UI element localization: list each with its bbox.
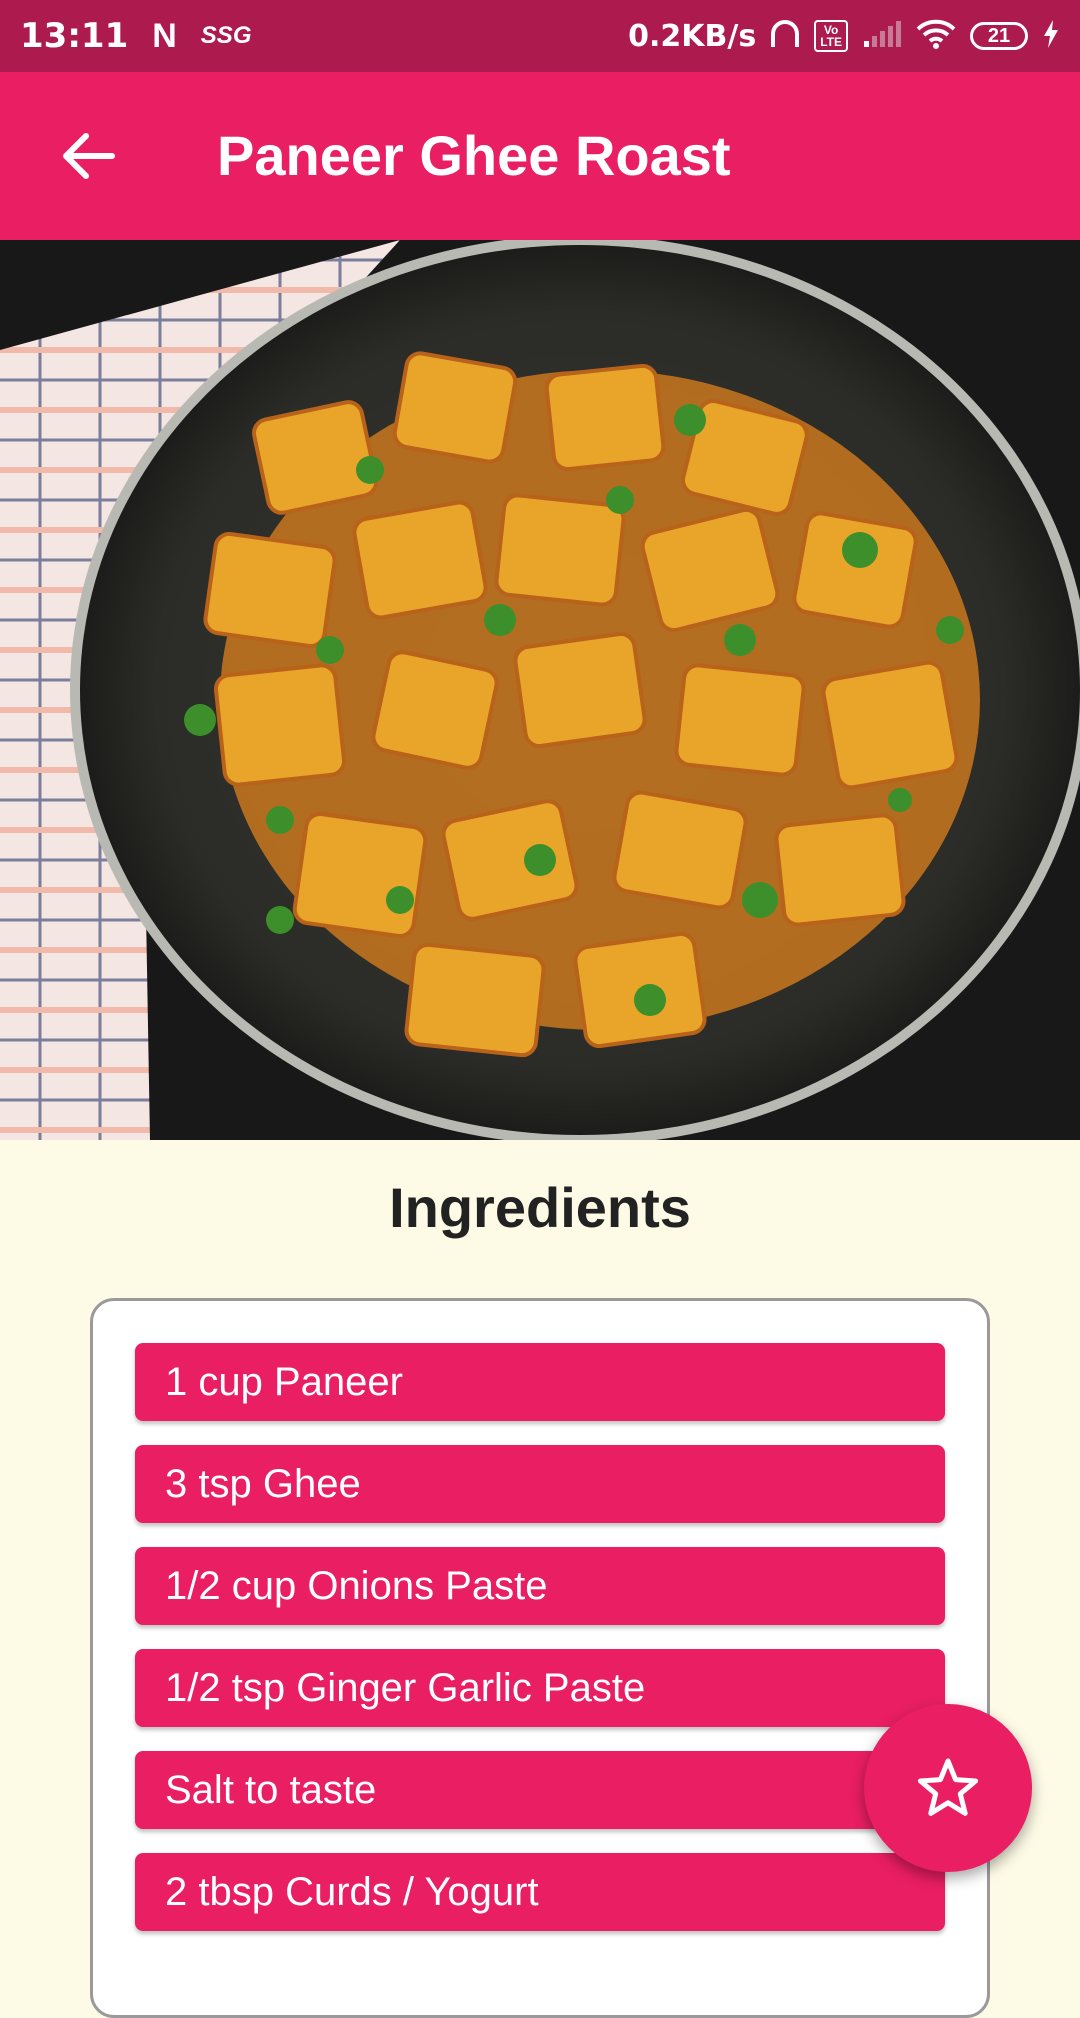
back-button[interactable] [44, 112, 132, 200]
ingredient-item: 1/2 tsp Ginger Garlic Paste [135, 1649, 945, 1727]
recipe-image [0, 240, 1080, 1140]
arrow-left-icon [63, 133, 115, 179]
app-bar: Paneer Ghee Roast [0, 72, 1080, 240]
ingredients-card: 1 cup Paneer 3 tsp Ghee 1/2 cup Onions P… [90, 1298, 990, 2018]
wifi-icon [916, 18, 956, 55]
carrier-label: SSG [200, 22, 252, 49]
ingredient-item: 3 tsp Ghee [135, 1445, 945, 1523]
status-bar: 13:11 N SSG 0.2KB/s Vo LTE 21 [0, 0, 1080, 72]
volte-icon: Vo LTE [814, 20, 848, 52]
network-speed: 0.2KB/s [628, 18, 757, 54]
ingredient-item: 1/2 cup Onions Paste [135, 1547, 945, 1625]
signal-icon [862, 19, 902, 54]
favorite-fab-button[interactable] [864, 1704, 1032, 1872]
headphones-icon [770, 17, 800, 56]
volte-bottom-label: LTE [820, 35, 842, 49]
status-time: 13:11 [20, 16, 129, 56]
notification-n-icon: N [152, 16, 177, 55]
page-title: Paneer Ghee Roast [217, 124, 731, 187]
ingredients-heading: Ingredients [389, 1176, 691, 1239]
ingredient-item: Salt to taste [135, 1751, 945, 1829]
star-outline-icon [917, 1758, 979, 1816]
battery-icon: 21 [970, 22, 1028, 50]
charging-icon [1042, 19, 1060, 54]
ingredient-item: 1 cup Paneer [135, 1343, 945, 1421]
ingredient-item: 2 tbsp Curds / Yogurt [135, 1853, 945, 1931]
